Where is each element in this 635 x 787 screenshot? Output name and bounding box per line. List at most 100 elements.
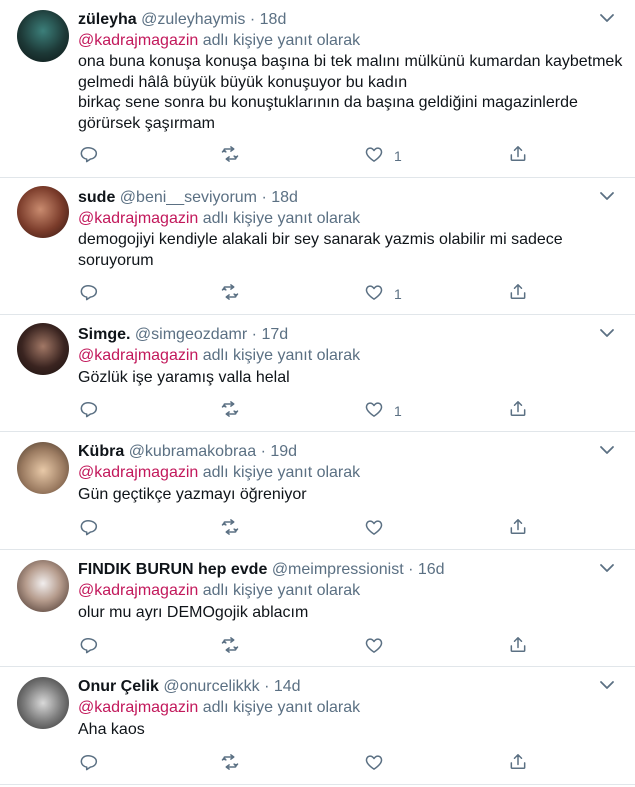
separator-dot: · — [251, 326, 257, 343]
reply-icon — [78, 517, 98, 542]
reply-button[interactable] — [78, 518, 98, 540]
tweet-text-line: birkaç sene sonra bu konuştuklarının da … — [78, 94, 578, 111]
timestamp[interactable]: 14d — [274, 678, 301, 695]
timestamp[interactable]: 19d — [270, 443, 297, 460]
tweet-actions — [78, 518, 538, 540]
reply-prefix: adlı kişiye yanıt olarak — [202, 347, 361, 364]
share-button[interactable] — [508, 400, 528, 422]
tweet-text-line: olur mu ayrı DEMOgojik ablacım — [78, 604, 309, 621]
mention-link[interactable]: @kadrajmagazin — [78, 210, 198, 227]
chevron-down-icon[interactable] — [597, 188, 617, 204]
share-button[interactable] — [508, 753, 528, 775]
retweet-button[interactable] — [220, 753, 240, 775]
avatar[interactable] — [17, 10, 69, 62]
tweet-text: olur mu ayrı DEMOgojik ablacım — [78, 603, 623, 624]
retweet-icon — [220, 517, 240, 542]
chevron-down-icon[interactable] — [597, 325, 617, 341]
user-handle[interactable]: @beni__seviyorum — [120, 189, 257, 206]
like-button[interactable] — [364, 518, 394, 540]
avatar[interactable] — [17, 442, 69, 494]
tweet-actions — [78, 753, 538, 775]
share-button[interactable] — [508, 636, 528, 658]
mention-link[interactable]: @kadrajmagazin — [78, 582, 198, 599]
avatar[interactable] — [17, 560, 69, 612]
timestamp[interactable]: 16d — [418, 561, 445, 578]
user-handle[interactable]: @kubramakobraa — [129, 443, 256, 460]
retweet-button[interactable] — [220, 283, 240, 305]
avatar[interactable] — [17, 186, 69, 238]
tweet-text: ona buna konuşa konuşa başına bi tek mal… — [78, 52, 623, 134]
tweet-actions: 1 — [78, 283, 538, 305]
like-button[interactable]: 1 — [364, 400, 402, 422]
avatar[interactable] — [17, 677, 69, 729]
timestamp[interactable]: 18d — [271, 189, 298, 206]
tweet[interactable]: Simge. @simgeozdamr · 17d @kadrajmagazin… — [0, 315, 635, 432]
tweet[interactable]: sude @beni__seviyorum · 18d @kadrajmagaz… — [0, 178, 635, 315]
mention-link[interactable]: @kadrajmagazin — [78, 347, 198, 364]
timestamp[interactable]: 17d — [261, 326, 288, 343]
share-icon — [508, 399, 528, 424]
tweet-header: Kübra @kubramakobraa · 19d — [78, 442, 297, 462]
user-handle[interactable]: @simgeozdamr — [135, 326, 247, 343]
separator-dot: · — [260, 443, 266, 460]
tweet-text: demogojiyi kendiyle alakali bir sey sana… — [78, 230, 623, 271]
separator-dot: · — [264, 678, 270, 695]
display-name[interactable]: FINDIK BURUN hep evde — [78, 561, 267, 578]
share-button[interactable] — [508, 518, 528, 540]
tweet-header: züleyha @zuleyhaymis · 18d — [78, 10, 286, 30]
retweet-button[interactable] — [220, 145, 240, 167]
tweet-actions: 1 — [78, 145, 538, 167]
reply-prefix: adlı kişiye yanıt olarak — [202, 464, 361, 481]
retweet-button[interactable] — [220, 400, 240, 422]
share-icon — [508, 282, 528, 307]
user-handle[interactable]: @onurcelikkk — [163, 678, 259, 695]
tweet[interactable]: züleyha @zuleyhaymis · 18d @kadrajmagazi… — [0, 0, 635, 178]
user-handle[interactable]: @meimpressionist — [272, 561, 404, 578]
tweet-text-line: Aha kaos — [78, 721, 145, 738]
mention-link[interactable]: @kadrajmagazin — [78, 464, 198, 481]
reply-prefix: adlı kişiye yanıt olarak — [202, 210, 361, 227]
chevron-down-icon[interactable] — [597, 442, 617, 458]
like-count: 1 — [394, 403, 402, 419]
like-button[interactable] — [364, 753, 394, 775]
timestamp[interactable]: 18d — [260, 11, 287, 28]
user-handle[interactable]: @zuleyhaymis — [141, 11, 245, 28]
display-name[interactable]: Onur Çelik — [78, 678, 159, 695]
tweet-text: Gözlük işe yaramış valla helal — [78, 368, 623, 389]
like-button[interactable] — [364, 636, 394, 658]
tweet[interactable]: Kübra @kubramakobraa · 19d @kadrajmagazi… — [0, 432, 635, 550]
display-name[interactable]: sude — [78, 189, 115, 206]
mention-link[interactable]: @kadrajmagazin — [78, 699, 198, 716]
share-button[interactable] — [508, 145, 528, 167]
reply-button[interactable] — [78, 753, 98, 775]
retweet-icon — [220, 752, 240, 777]
like-button[interactable]: 1 — [364, 145, 402, 167]
like-icon — [364, 399, 384, 424]
avatar[interactable] — [17, 323, 69, 375]
tweet[interactable]: FINDIK BURUN hep evde @meimpressionist ·… — [0, 550, 635, 667]
mention-link[interactable]: @kadrajmagazin — [78, 32, 198, 49]
share-button[interactable] — [508, 283, 528, 305]
reply-button[interactable] — [78, 145, 98, 167]
tweet-text-line: ona buna konuşa konuşa başına bi tek mal… — [78, 53, 623, 70]
like-icon — [364, 282, 384, 307]
reply-button[interactable] — [78, 400, 98, 422]
like-button[interactable]: 1 — [364, 283, 402, 305]
display-name[interactable]: Simge. — [78, 326, 130, 343]
retweet-button[interactable] — [220, 636, 240, 658]
retweet-icon — [220, 399, 240, 424]
retweet-button[interactable] — [220, 518, 240, 540]
tweet[interactable]: Onur Çelik @onurcelikkk · 14d @kadrajmag… — [0, 667, 635, 785]
reply-prefix: adlı kişiye yanıt olarak — [202, 699, 361, 716]
chevron-down-icon[interactable] — [597, 677, 617, 693]
separator-dot: · — [249, 11, 256, 28]
like-icon — [364, 752, 384, 777]
display-name[interactable]: Kübra — [78, 443, 124, 460]
chevron-down-icon[interactable] — [597, 560, 617, 576]
reply-button[interactable] — [78, 636, 98, 658]
replying-to: @kadrajmagazin adlı kişiye yanıt olarak — [78, 463, 360, 483]
chevron-down-icon[interactable] — [597, 10, 617, 26]
display-name[interactable]: züleyha — [78, 11, 137, 28]
tweet-header: Simge. @simgeozdamr · 17d — [78, 325, 288, 345]
reply-button[interactable] — [78, 283, 98, 305]
